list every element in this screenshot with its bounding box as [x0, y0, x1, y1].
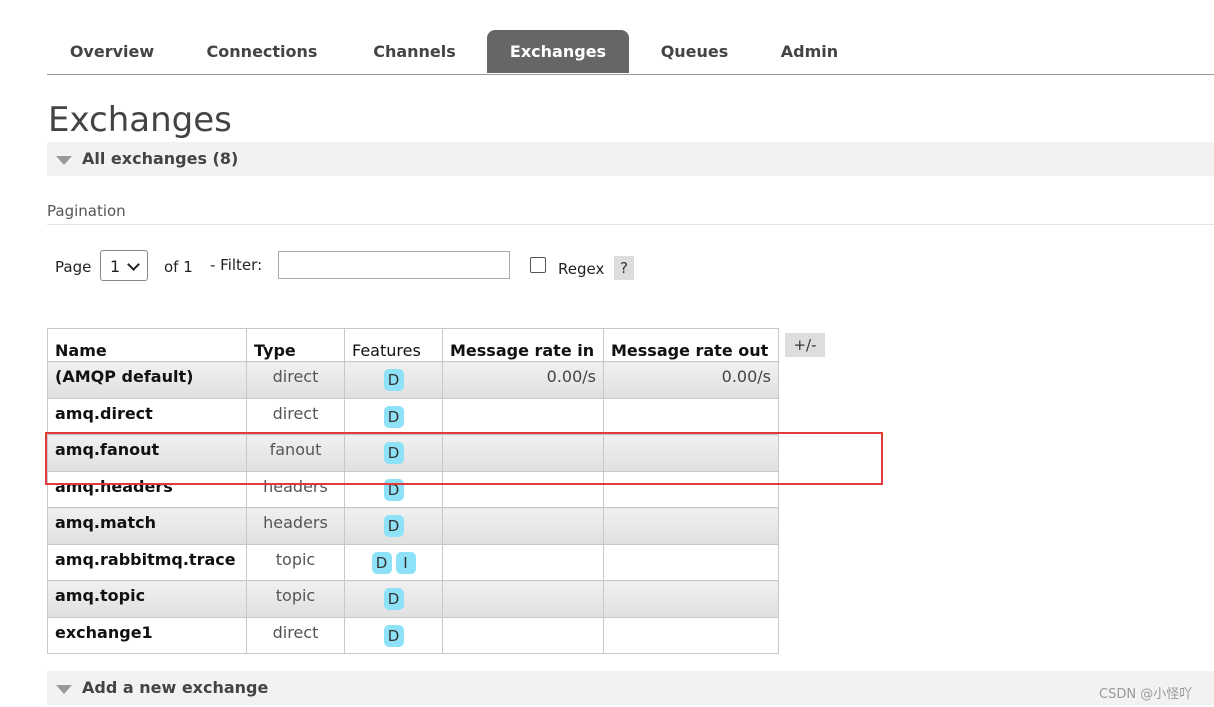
durable-badge: D — [371, 551, 392, 574]
exchange-type: direct — [246, 397, 345, 435]
exchange-features: D — [344, 507, 443, 545]
exchange-name-link[interactable]: exchange1 — [47, 616, 247, 654]
exchange-type: topic — [246, 580, 345, 618]
rate-in — [442, 543, 604, 581]
rate-out — [603, 616, 779, 654]
rate-in — [442, 434, 604, 472]
exchange-type: direct — [246, 616, 345, 654]
table-row[interactable]: amq.direct direct D — [47, 397, 779, 435]
watermark: CSDN @小怪吖 — [1099, 687, 1193, 702]
page-count-label: of 1 — [164, 258, 193, 276]
add-exchange-label: Add a new exchange — [82, 678, 269, 697]
exchange-type: fanout — [246, 434, 345, 472]
exchange-features: D — [344, 434, 443, 472]
chevron-down-icon — [127, 258, 140, 271]
rate-in — [442, 616, 604, 654]
col-header-rate-out[interactable]: Message rate out — [603, 328, 779, 362]
filter-input[interactable] — [278, 251, 510, 279]
tab-queues[interactable]: Queues — [642, 30, 747, 73]
col-header-name[interactable]: Name — [47, 328, 247, 362]
regex-help-button[interactable]: ? — [614, 256, 634, 280]
tab-channels[interactable]: Channels — [352, 30, 477, 73]
tab-admin[interactable]: Admin — [762, 30, 857, 73]
rate-out: 0.00/s — [603, 361, 779, 399]
exchange-name-link[interactable]: (AMQP default) — [47, 361, 247, 399]
exchange-type: topic — [246, 543, 345, 581]
table-row[interactable]: exchange1 direct D — [47, 616, 779, 654]
table-row[interactable]: amq.headers headers D — [47, 470, 779, 508]
col-header-type[interactable]: Type — [246, 328, 345, 362]
rate-in — [442, 470, 604, 508]
exchange-name-link[interactable]: amq.match — [47, 507, 247, 545]
exchange-features: D — [344, 470, 443, 508]
rate-out — [603, 580, 779, 618]
exchanges-table: Name Type Features Message rate in Messa… — [47, 328, 779, 654]
regex-checkbox[interactable] — [530, 257, 546, 273]
exchange-name-link[interactable]: amq.headers — [47, 470, 247, 508]
rate-out — [603, 434, 779, 472]
tab-exchanges[interactable]: Exchanges — [487, 30, 629, 73]
page-select-value: 1 — [110, 257, 121, 276]
table-row[interactable]: (AMQP default) direct D 0.00/s 0.00/s — [47, 361, 779, 399]
add-exchange-toggle[interactable]: Add a new exchange — [47, 671, 1214, 705]
table-row[interactable]: amq.topic topic D — [47, 580, 779, 618]
durable-badge: D — [383, 515, 404, 537]
collapse-triangle-icon — [56, 156, 72, 165]
exchange-name-link[interactable]: amq.direct — [47, 397, 247, 435]
exchange-features: D — [344, 397, 443, 435]
collapse-triangle-icon — [56, 685, 72, 694]
exchange-type: direct — [246, 361, 345, 399]
rate-out — [603, 470, 779, 508]
page-label: Page — [55, 258, 92, 276]
all-exchanges-label: All exchanges (8) — [82, 149, 239, 168]
durable-badge: D — [383, 442, 404, 464]
regex-label: Regex — [558, 260, 605, 278]
page-select[interactable]: 1 — [100, 250, 148, 281]
exchange-features: DI — [344, 543, 443, 581]
rate-in — [442, 507, 604, 545]
filter-label: - Filter: — [210, 256, 263, 274]
exchange-features: D — [344, 580, 443, 618]
page-title: Exchanges — [48, 100, 232, 140]
durable-badge: D — [383, 624, 404, 647]
column-toggle-button[interactable]: +/- — [785, 333, 825, 357]
exchange-type: headers — [246, 507, 345, 545]
tab-overview[interactable]: Overview — [47, 30, 177, 73]
main-nav: Overview Connections Channels Exchanges … — [47, 30, 1214, 75]
pagination-heading: Pagination — [47, 202, 1214, 225]
exchange-type: headers — [246, 470, 345, 508]
table-row[interactable]: amq.rabbitmq.trace topic DI — [47, 543, 779, 581]
internal-badge: I — [395, 551, 416, 574]
rate-in: 0.00/s — [442, 361, 604, 399]
durable-badge: D — [383, 405, 404, 428]
rate-in — [442, 397, 604, 435]
exchange-name-link[interactable]: amq.fanout — [47, 434, 247, 472]
table-row[interactable]: amq.match headers D — [47, 507, 779, 545]
rate-out — [603, 543, 779, 581]
durable-badge: D — [383, 588, 404, 610]
rate-in — [442, 580, 604, 618]
exchange-features: D — [344, 361, 443, 399]
table-header-row: Name Type Features Message rate in Messa… — [47, 328, 779, 362]
col-header-rate-in[interactable]: Message rate in — [442, 328, 604, 362]
exchange-name-link[interactable]: amq.topic — [47, 580, 247, 618]
col-header-features: Features — [344, 328, 443, 362]
exchange-name-link[interactable]: amq.rabbitmq.trace — [47, 543, 247, 581]
table-row[interactable]: amq.fanout fanout D — [47, 434, 779, 472]
rate-out — [603, 397, 779, 435]
durable-badge: D — [383, 369, 404, 391]
exchange-features: D — [344, 616, 443, 654]
all-exchanges-toggle[interactable]: All exchanges (8) — [47, 142, 1214, 176]
rate-out — [603, 507, 779, 545]
durable-badge: D — [383, 478, 404, 501]
tab-connections[interactable]: Connections — [187, 30, 337, 73]
